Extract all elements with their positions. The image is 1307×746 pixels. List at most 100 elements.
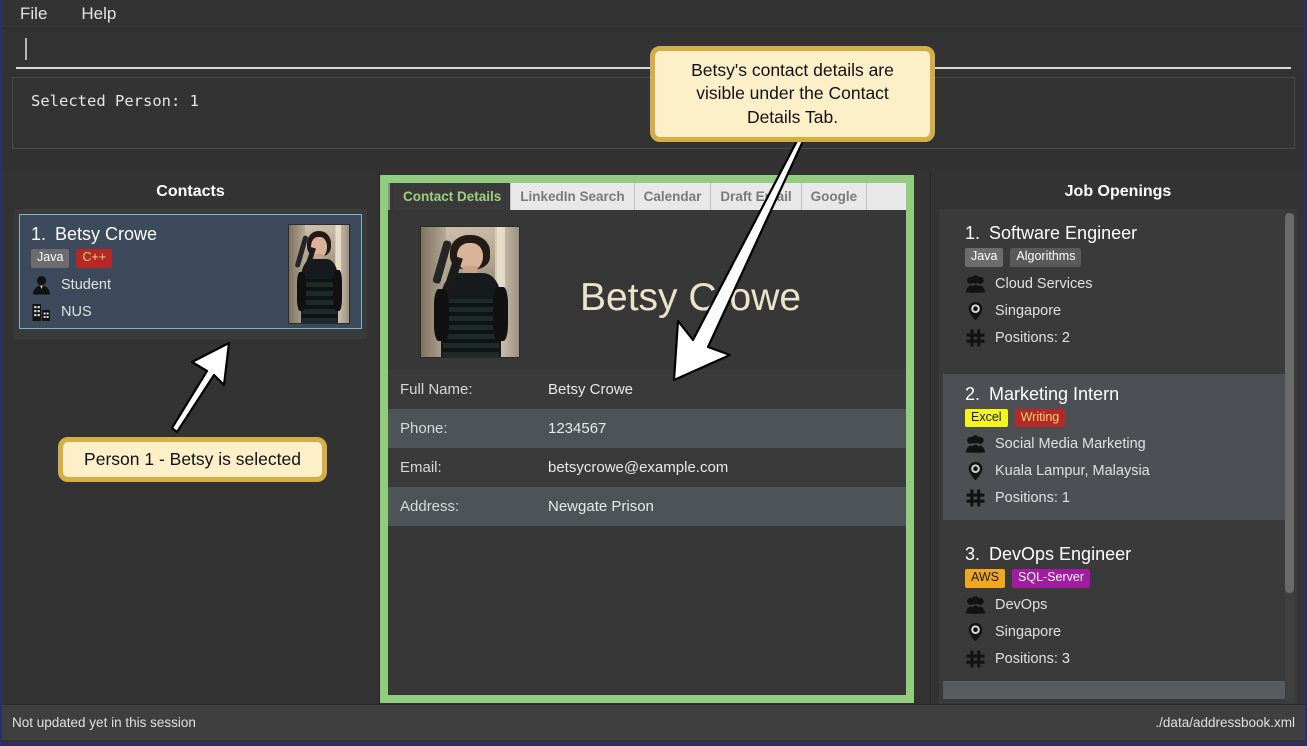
group-icon [965,595,986,615]
job-tags-2: Excel Writing [965,408,1279,428]
job-card-1[interactable]: 1. Software Engineer Java Algorithms Clo… [943,213,1293,360]
field-label-email: Email: [400,459,442,476]
contact-avatar [288,224,350,324]
hash-icon [965,488,986,508]
status-bar: Not updated yet in this session ./data/a… [2,704,1305,740]
detail-panel: Contact Details LinkedIn Search Calendar… [380,172,930,707]
job-title-row-2: 2. Marketing Intern [965,384,1279,405]
tag-writing: Writing [1014,408,1066,428]
field-label-full-name: Full Name: [400,381,473,398]
field-value-phone: 1234567 [548,420,607,437]
field-row-email: Email: betsycrowe@example.com [388,448,906,487]
tag-java: Java [31,249,70,268]
contact-org: NUS [61,303,92,320]
job-card-4-partial[interactable] [943,680,1293,699]
tab-google[interactable]: Google [801,183,868,210]
tab-calendar[interactable]: Calendar [634,183,712,210]
contact-card-1[interactable]: 1. Betsy Crowe Java C++ Student NUS [19,214,362,329]
jobs-panel-title: Job Openings [1064,183,1172,200]
contact-name: Betsy Crowe [55,224,158,244]
annotation-callout-top: Betsy's contact details are visible unde… [650,46,935,142]
hash-icon [965,328,986,348]
job-location-row-3: Singapore [965,622,1279,642]
job-location-1: Singapore [995,302,1062,319]
menu-bar: File Help [2,0,1305,29]
job-title-2: Marketing Intern [989,383,1120,404]
field-value-full-name: Betsy Crowe [548,381,634,398]
application-window: File Help Selected Person: 1 Contacts 1.… [0,0,1307,746]
jobs-scrollbar-thumb[interactable] [1285,213,1294,593]
menu-item-help[interactable]: Help [77,2,120,26]
contact-card-body: 1. Betsy Crowe Java C++ Student NUS [31,224,288,321]
field-value-email: betsycrowe@example.com [548,459,729,476]
building-icon [31,302,52,322]
field-value-address: Newgate Prison [548,498,654,515]
contact-name-row: 1. Betsy Crowe [31,224,288,245]
group-icon [965,434,986,454]
job-list-spacer-1 [943,359,1293,374]
status-filepath: ./data/addressbook.xml [1155,715,1295,730]
contacts-list: 1. Betsy Crowe Java C++ Student NUS [14,209,367,339]
tab-pane: Contact Details LinkedIn Search Calendar… [388,183,906,695]
job-department-2: Social Media Marketing [995,436,1146,453]
tab-linkedin-search[interactable]: LinkedIn Search [511,183,635,210]
contact-role: Student [61,276,111,293]
job-positions-row-3: Positions: 3 [965,649,1279,669]
field-label-address: Address: [400,498,460,515]
job-positions-3: Positions: 3 [995,650,1070,667]
tab-bar: Contact Details LinkedIn Search Calendar… [388,183,906,210]
tab-bar-filler [867,183,906,210]
job-title-row-3: 3. DevOps Engineer [965,544,1279,565]
detail-person-name: Betsy Crowe [580,276,802,319]
detail-avatar [420,226,520,358]
job-department-3: DevOps [995,596,1048,613]
tag-excel: Excel [965,408,1008,428]
hash-icon [965,649,986,669]
tag-algorithms: Algorithms [1010,248,1082,267]
contact-details-content: Betsy Crowe Full Name: Betsy Crowe Phone… [388,210,906,695]
tag-aws: AWS [965,569,1006,588]
job-index-1: 1. [965,223,981,243]
detail-panel-highlight: Contact Details LinkedIn Search Calendar… [380,175,914,703]
job-tags-1: Java Algorithms [965,248,1279,267]
tag-cpp: C++ [76,249,113,268]
job-department-row-3: DevOps [965,595,1279,615]
job-positions-row-2: Positions: 1 [965,488,1279,508]
text-caret [25,38,27,60]
job-department-row-1: Cloud Services [965,274,1279,294]
job-index-3: 3. [965,544,981,565]
contact-org-row: NUS [31,302,288,322]
person-icon [31,275,52,295]
job-location-row-2: Kuala Lampur, Malaysia [965,461,1279,481]
job-department-1: Cloud Services [995,275,1093,292]
job-positions-2: Positions: 1 [995,490,1070,507]
menu-item-file[interactable]: File [16,2,51,26]
jobs-list: 1. Software Engineer Java Algorithms Clo… [939,209,1297,707]
contacts-panel-title: Contacts [156,183,225,200]
job-list-spacer-2 [943,520,1293,535]
tab-contact-details[interactable]: Contact Details [394,183,512,210]
job-location-2: Kuala Lampur, Malaysia [995,463,1150,480]
status-message: Not updated yet in this session [12,715,196,730]
detail-header: Betsy Crowe [388,210,906,370]
job-location-3: Singapore [995,623,1062,640]
job-card-2[interactable]: 2. Marketing Intern Excel Writing Social… [943,373,1293,521]
contact-fields-table: Full Name: Betsy Crowe Phone: 1234567 Em… [388,370,906,526]
field-row-full-name: Full Name: Betsy Crowe [388,370,906,409]
field-row-address: Address: Newgate Prison [388,487,906,526]
tab-draft-email[interactable]: Draft Email [711,183,802,210]
location-pin-icon [965,301,986,321]
annotation-callout-left: Person 1 - Betsy is selected [58,437,327,483]
location-pin-icon [965,461,986,481]
job-positions-1: Positions: 2 [995,329,1070,346]
location-pin-icon [965,622,986,642]
job-title-row-1: 1. Software Engineer [965,223,1279,244]
job-location-row-1: Singapore [965,301,1279,321]
job-card-3[interactable]: 3. DevOps Engineer AWS SQL-Server DevOps… [943,534,1293,681]
field-label-phone: Phone: [400,420,448,437]
field-row-phone: Phone: 1234567 [388,409,906,448]
tag-java-job: Java [965,248,1004,267]
job-department-row-2: Social Media Marketing [965,434,1279,454]
job-positions-row-1: Positions: 2 [965,328,1279,348]
contact-tags: Java C++ [31,249,288,268]
